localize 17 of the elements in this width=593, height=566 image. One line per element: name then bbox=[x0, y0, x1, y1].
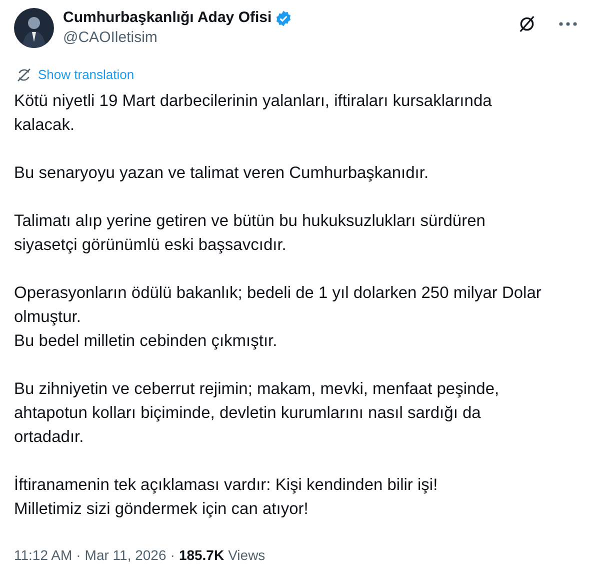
post-time[interactable]: 11:12 AM bbox=[14, 544, 72, 566]
tweet-paragraph: Talimatı alıp yerine getiren ve bütün bu hukuksuzlukları sürdüren siyasetçi görünümlü eski başsavcıdır. bbox=[14, 210, 486, 256]
translate-icon[interactable] bbox=[517, 14, 537, 34]
views-label: Views bbox=[228, 546, 266, 564]
translate-icon bbox=[16, 66, 32, 83]
views-count: 185.7K bbox=[178, 546, 224, 564]
separator-dot: · bbox=[76, 546, 81, 564]
tweet-paragraph: Bu senaryoyu yazan ve talimat veren Cumhurbaşkanıdır. bbox=[14, 162, 430, 184]
post-date[interactable]: Mar 11, 2026 bbox=[84, 544, 166, 566]
tweet-paragraph: Operasyonların ödülü bakanlık; bedeli de 1 yıl dolarken 250 milyar Dolar olmuştur. Bu bedel milletin cebinden çıkmıştır. bbox=[14, 282, 542, 352]
more-icon[interactable] bbox=[559, 22, 577, 26]
separator-dot: · bbox=[170, 546, 175, 564]
author-handle[interactable]: @CAOIletisim bbox=[63, 28, 292, 48]
tweet-paragraph: Kötü niyetli 19 Mart darbecilerinin yalanları, iftiraları kursaklarında kalacak. bbox=[14, 90, 493, 136]
tweet-paragraph: İftiranamenin tek açıklaması vardır: Kişi kendinden bilir işi! Milletimiz sizi göndermek için can atıyor! bbox=[14, 474, 439, 520]
tweet-paragraph: Bu zihniyetin ve ceberrut rejimin; makam, mevki, menfaat peşinde, ahtapotun kolları biçiminde, devletin kurumlarını nasıl sardığı da ortadadır. bbox=[14, 378, 500, 448]
author-name[interactable]: Cumhurbaşkanlığı Aday Ofisi bbox=[63, 6, 272, 30]
